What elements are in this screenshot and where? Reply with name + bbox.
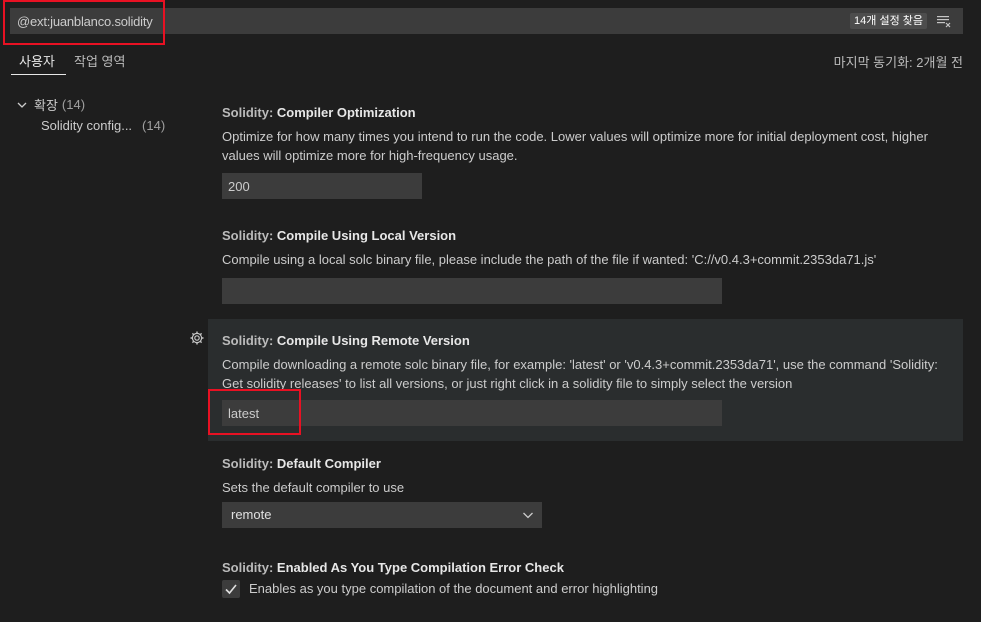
default-compiler-select[interactable]: remote	[222, 502, 542, 528]
setting-compile-local-version: Solidity: Compile Using Local Version Co…	[222, 228, 962, 304]
toc-item-label: Solidity config...	[41, 118, 133, 133]
toc-group-count: (14)	[61, 97, 86, 112]
local-version-input[interactable]	[222, 278, 722, 304]
sync-status: 마지막 동기화: 2개월 전	[833, 55, 963, 70]
search-result-count: 14개 설정 찾음	[850, 13, 927, 29]
setting-compiler-optimization: Solidity: Compiler Optimization Optimize…	[222, 105, 962, 199]
clear-filter-icon[interactable]	[936, 13, 952, 29]
chevron-down-icon	[523, 512, 533, 519]
setting-name: Compiler Optimization	[276, 105, 416, 120]
setting-name: Compile Using Remote Version	[276, 333, 470, 348]
setting-category: Solidity:	[222, 560, 274, 575]
tab-workspace[interactable]: 작업 영역	[74, 51, 125, 70]
toc-group-extensions[interactable]: 확장 (14)	[16, 95, 85, 114]
settings-search-input[interactable]	[10, 8, 810, 34]
tab-user[interactable]: 사용자	[19, 51, 55, 70]
setting-category: Solidity:	[222, 228, 274, 243]
toc-item-solidity-config[interactable]: Solidity config... (14)	[41, 118, 165, 133]
toc-item-count: (14)	[142, 118, 166, 133]
as-you-type-checkbox[interactable]	[222, 580, 240, 598]
active-tab-indicator	[11, 74, 66, 75]
setting-as-you-type-check: Solidity: Enabled As You Type Compilatio…	[222, 560, 962, 575]
setting-category: Solidity:	[222, 456, 274, 471]
compiler-optimization-input[interactable]	[222, 173, 422, 199]
checkmark-icon	[225, 584, 237, 595]
setting-description: Optimize for how many times you intend t…	[222, 129, 928, 163]
setting-category: Solidity:	[222, 105, 274, 120]
setting-description: Sets the default compiler to use	[222, 480, 405, 495]
settings-search-box: 14개 설정 찾음	[10, 8, 963, 34]
settings-editor: 14개 설정 찾음 사용자 작업 영역 마지막 동기화: 2개월 전 확장 (1…	[0, 0, 981, 622]
setting-title: Solidity: Enabled As You Type Compilatio…	[222, 560, 962, 575]
setting-description: Compile downloading a remote solc binary…	[222, 357, 938, 391]
setting-name: Default Compiler	[276, 456, 381, 471]
toc-group-label: 확장	[34, 98, 58, 113]
setting-name: Compile Using Local Version	[276, 228, 457, 243]
setting-name: Enabled As You Type Compilation Error Ch…	[276, 560, 564, 575]
setting-description: Compile using a local solc binary file, …	[222, 252, 877, 267]
setting-compile-remote-version: Solidity: Compile Using Remote Version C…	[222, 333, 962, 426]
setting-title: Solidity: Default Compiler	[222, 456, 962, 471]
default-compiler-value: remote	[231, 507, 272, 522]
gear-icon[interactable]	[189, 330, 205, 346]
setting-title: Solidity: Compiler Optimization	[222, 105, 962, 120]
remote-version-input[interactable]	[222, 400, 722, 426]
setting-category: Solidity:	[222, 333, 274, 348]
chevron-down-icon	[17, 102, 27, 108]
checkbox-label: Enables as you type compilation of the d…	[249, 581, 659, 596]
setting-title: Solidity: Compile Using Local Version	[222, 228, 962, 243]
setting-title: Solidity: Compile Using Remote Version	[222, 333, 962, 348]
setting-default-compiler: Solidity: Default Compiler Sets the defa…	[222, 456, 962, 497]
